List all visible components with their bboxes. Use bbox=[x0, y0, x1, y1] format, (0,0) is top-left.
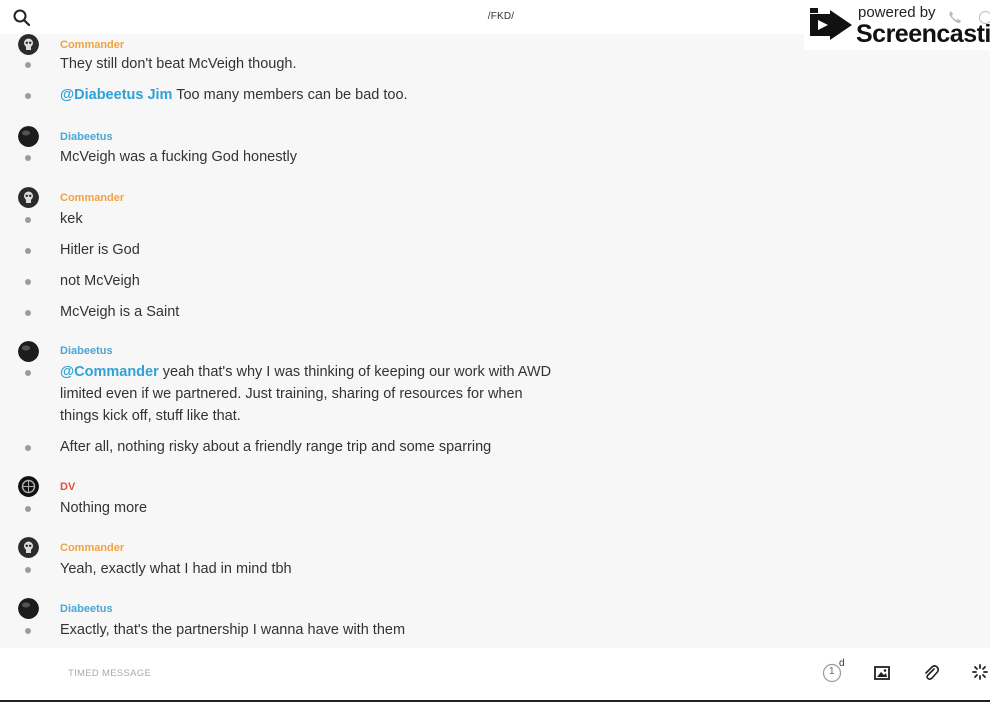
dark-avatar[interactable] bbox=[18, 341, 39, 362]
message-bullet bbox=[25, 445, 31, 451]
phone-icon[interactable] bbox=[948, 10, 962, 24]
message-text: kek bbox=[60, 211, 83, 227]
loading-icon[interactable] bbox=[972, 664, 988, 685]
message-bullet bbox=[25, 310, 31, 316]
message-bullet bbox=[25, 370, 31, 376]
message-text: They still don't beat McVeigh though. bbox=[60, 56, 297, 72]
dv-avatar[interactable] bbox=[18, 476, 39, 497]
sender-name[interactable]: DV bbox=[60, 481, 75, 493]
message-text-body: Too many members can be bad too. bbox=[172, 87, 408, 103]
message-text: After all, nothing risky about a friendl… bbox=[60, 439, 492, 455]
info-icon[interactable] bbox=[979, 11, 990, 24]
message-bullet bbox=[25, 155, 31, 161]
timer-value: 1 bbox=[829, 666, 835, 677]
message-bullet bbox=[25, 506, 31, 512]
message-text: Yeah, exactly what I had in mind tbh bbox=[60, 561, 292, 577]
image-icon[interactable] bbox=[874, 665, 890, 686]
message-text-body: yeah that's why I was thinking of keepin… bbox=[158, 364, 552, 380]
dark-avatar[interactable] bbox=[18, 598, 39, 619]
timed-message-input[interactable]: TIMED MESSAGE bbox=[68, 668, 151, 679]
attachment-icon[interactable] bbox=[923, 664, 940, 687]
message-text: @Commander yeah that's why I was thinkin… bbox=[60, 361, 551, 383]
message-bullet bbox=[25, 567, 31, 573]
composer-bar: TIMED MESSAGE 1 d bbox=[0, 648, 990, 702]
message-text: @Diabeetus Jim Too many members can be b… bbox=[60, 84, 408, 106]
sender-name[interactable]: Diabeetus bbox=[60, 131, 113, 143]
message-bullet bbox=[25, 217, 31, 223]
timer-icon[interactable]: 1 d bbox=[821, 658, 847, 689]
skull-avatar[interactable] bbox=[18, 187, 39, 208]
sender-name[interactable]: Commander bbox=[60, 542, 124, 554]
sender-name[interactable]: Diabeetus bbox=[60, 603, 113, 615]
skull-avatar[interactable] bbox=[18, 34, 39, 55]
skull-avatar[interactable] bbox=[18, 537, 39, 558]
message-thread: Commander They still don't beat McVeigh … bbox=[0, 34, 990, 648]
message-text: Hitler is God bbox=[60, 242, 140, 258]
mention-link[interactable]: @Commander bbox=[60, 364, 159, 380]
timer-unit: d bbox=[839, 658, 845, 669]
message-text-continued: limited even if we partnered. Just train… bbox=[60, 386, 523, 402]
message-text: McVeigh was a fucking God honestly bbox=[60, 149, 297, 165]
sender-name[interactable]: Commander bbox=[60, 39, 124, 51]
message-text: Exactly, that's the partnership I wanna … bbox=[60, 622, 406, 638]
message-bullet bbox=[25, 279, 31, 285]
message-text: McVeigh is a Saint bbox=[60, 304, 180, 320]
message-text-continued: things kick off, stuff like that. bbox=[60, 408, 241, 424]
message-bullet bbox=[25, 93, 31, 99]
message-text: Nothing more bbox=[60, 500, 148, 516]
message-text: not McVeigh bbox=[60, 273, 140, 289]
dark-avatar[interactable] bbox=[18, 126, 39, 147]
message-bullet bbox=[25, 628, 31, 634]
mention-link[interactable]: @Diabeetus Jim bbox=[60, 87, 172, 103]
sender-name[interactable]: Diabeetus bbox=[60, 345, 113, 357]
message-bullet bbox=[25, 248, 31, 254]
message-bullet bbox=[25, 62, 31, 68]
sender-name[interactable]: Commander bbox=[60, 192, 124, 204]
watermark-powered-by: powered by bbox=[858, 4, 936, 21]
